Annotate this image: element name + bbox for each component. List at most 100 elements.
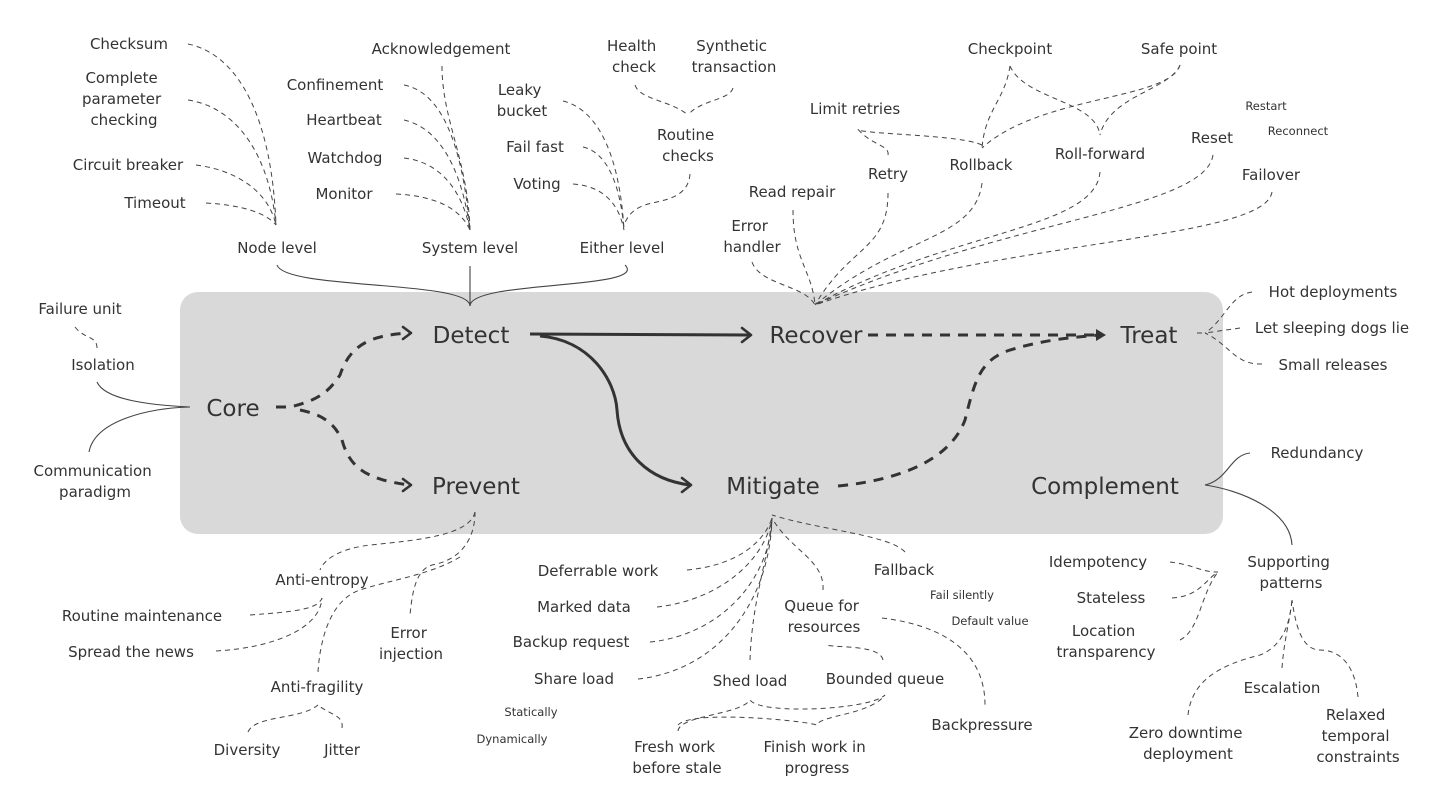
label-line: Supporting — [1247, 553, 1330, 571]
label-supporting-patterns[interactable]: Supporting patterns — [1247, 553, 1334, 592]
connector-share-load — [637, 517, 773, 680]
label-checkpoint[interactable]: Checkpoint — [968, 40, 1053, 58]
label-deferrable-work[interactable]: Deferrable work — [538, 562, 659, 580]
label-relaxed-temporal-constraints[interactable]: Relaxed temporal constraints — [1316, 706, 1400, 766]
label-either-level[interactable]: Either level — [580, 239, 665, 257]
label-read-repair[interactable]: Read repair — [749, 183, 836, 201]
label-leaky-bucket[interactable]: Leaky bucket — [497, 81, 548, 120]
label-rollback[interactable]: Rollback — [950, 156, 1013, 174]
node-recover[interactable]: Recover — [769, 323, 863, 349]
label-line: Error — [731, 217, 768, 235]
label-health-check[interactable]: Health check — [607, 37, 661, 76]
label-reconnect[interactable]: Reconnect — [1268, 124, 1329, 138]
label-line: check — [612, 58, 656, 76]
label-communication-paradigm[interactable]: Communication paradigm — [33, 462, 156, 501]
label-isolation[interactable]: Isolation — [71, 356, 135, 374]
label-line: patterns — [1260, 574, 1323, 592]
arrow-detect-recover — [529, 332, 751, 337]
label-limit-retries[interactable]: Limit retries — [810, 100, 900, 118]
label-reset[interactable]: Reset — [1191, 129, 1233, 147]
label-stateless[interactable]: Stateless — [1077, 589, 1146, 607]
label-small-releases[interactable]: Small releases — [1279, 356, 1388, 374]
label-zero-downtime-deployment[interactable]: Zero downtime deployment — [1129, 724, 1247, 763]
label-line: Communication — [33, 462, 151, 480]
connector-jitter — [317, 704, 343, 729]
connector-routine-maintenance — [249, 597, 323, 616]
label-bounded-queue[interactable]: Bounded queue — [826, 670, 945, 688]
label-queue-for-resources[interactable]: Queue for resources — [784, 597, 863, 636]
connector-checkpoint-rollback — [981, 65, 1011, 149]
label-retry[interactable]: Retry — [868, 165, 908, 183]
label-let-sleeping-dogs-lie[interactable]: Let sleeping dogs lie — [1255, 319, 1409, 337]
label-routine-checks[interactable]: Routine checks — [657, 126, 719, 165]
label-line: Synthetic — [696, 37, 767, 55]
node-core[interactable]: Core — [206, 396, 259, 422]
label-checksum[interactable]: Checksum — [90, 35, 168, 53]
label-complete-parameter-checking[interactable]: Complete parameter checking — [82, 69, 166, 129]
label-backpressure[interactable]: Backpressure — [931, 716, 1032, 734]
connector-communication — [88, 406, 191, 453]
label-confinement[interactable]: Confinement — [287, 76, 384, 94]
label-line: transaction — [692, 58, 777, 76]
label-finish-work-in-progress[interactable]: Finish work in progress — [764, 738, 871, 777]
label-fail-silently[interactable]: Fail silently — [930, 588, 994, 602]
node-prevent[interactable]: Prevent — [432, 474, 520, 500]
label-idempotency[interactable]: Idempotency — [1049, 553, 1147, 571]
label-fresh-work-before-stale[interactable]: Fresh work before stale — [632, 738, 721, 777]
connector-diversity — [247, 704, 319, 733]
label-heartbeat[interactable]: Heartbeat — [306, 111, 382, 129]
label-line: transparency — [1057, 643, 1156, 661]
connector-complete-parameter — [187, 99, 277, 226]
label-marked-data[interactable]: Marked data — [537, 598, 631, 616]
node-complement[interactable]: Complement — [1031, 474, 1179, 500]
label-routine-maintenance[interactable]: Routine maintenance — [62, 607, 222, 625]
label-spread-the-news[interactable]: Spread the news — [68, 643, 194, 661]
label-safe-point[interactable]: Safe point — [1141, 40, 1217, 58]
label-fail-fast[interactable]: Fail fast — [506, 138, 564, 156]
label-error-handler[interactable]: Error handler — [723, 217, 781, 256]
label-redundancy[interactable]: Redundancy — [1271, 444, 1364, 462]
label-line: deployment — [1143, 745, 1233, 763]
label-failover[interactable]: Failover — [1242, 166, 1301, 184]
label-default-value[interactable]: Default value — [951, 614, 1028, 628]
connector-watchdog — [403, 157, 471, 231]
label-system-level[interactable]: System level — [422, 239, 518, 257]
node-treat[interactable]: Treat — [1120, 323, 1178, 349]
label-roll-forward[interactable]: Roll-forward — [1055, 145, 1145, 163]
label-error-injection[interactable]: Error injection — [379, 624, 443, 663]
label-fallback[interactable]: Fallback — [874, 561, 935, 579]
label-share-load[interactable]: Share load — [534, 670, 614, 688]
label-node-level[interactable]: Node level — [237, 239, 317, 257]
label-jitter[interactable]: Jitter — [323, 741, 361, 759]
label-restart[interactable]: Restart — [1245, 99, 1287, 113]
label-shed-load[interactable]: Shed load — [713, 672, 788, 690]
label-acknowledgement[interactable]: Acknowledgement — [372, 40, 511, 58]
label-diversity[interactable]: Diversity — [214, 741, 281, 759]
label-anti-fragility[interactable]: Anti-fragility — [271, 678, 364, 696]
connector-idempotency — [1169, 561, 1219, 573]
node-detect[interactable]: Detect — [433, 323, 510, 349]
label-synthetic-transaction[interactable]: Synthetic transaction — [692, 37, 777, 76]
label-anti-entropy[interactable]: Anti-entropy — [275, 571, 368, 589]
label-backup-request[interactable]: Backup request — [513, 633, 630, 651]
label-line: Fresh work — [634, 738, 715, 756]
connector-safepoint-rollback — [981, 64, 1181, 149]
label-line: Queue for — [784, 597, 860, 615]
node-mitigate[interactable]: Mitigate — [726, 474, 820, 500]
connector-fail-fast — [582, 146, 625, 231]
label-location-transparency[interactable]: Location transparency — [1057, 622, 1156, 661]
label-circuit-breaker[interactable]: Circuit breaker — [73, 156, 184, 174]
label-failure-unit[interactable]: Failure unit — [38, 300, 121, 318]
label-escalation[interactable]: Escalation — [1244, 679, 1321, 697]
connector-fresh-work — [677, 694, 886, 732]
label-line: handler — [723, 238, 781, 256]
connector-leaky-bucket — [562, 100, 625, 231]
label-voting[interactable]: Voting — [513, 175, 560, 193]
label-dynamically[interactable]: Dynamically — [477, 732, 548, 746]
label-hot-deployments[interactable]: Hot deployments — [1269, 283, 1398, 301]
label-monitor[interactable]: Monitor — [315, 185, 373, 203]
label-statically[interactable]: Statically — [504, 705, 557, 719]
label-watchdog[interactable]: Watchdog — [308, 149, 383, 167]
connector-health-check — [634, 84, 689, 116]
label-timeout[interactable]: Timeout — [123, 194, 185, 212]
